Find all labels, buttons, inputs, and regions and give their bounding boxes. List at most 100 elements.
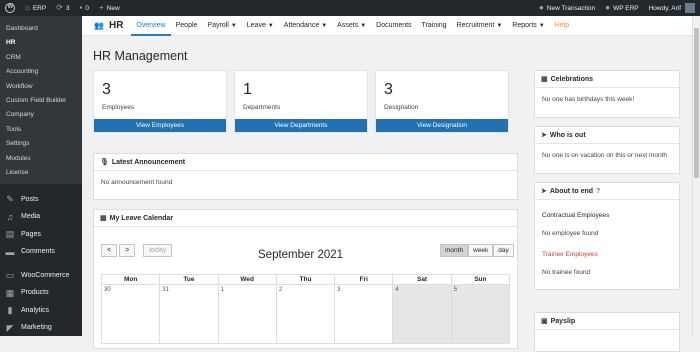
calendar-day-view-button[interactable]: day [493, 244, 514, 257]
new-transaction-label: New Transaction [546, 4, 596, 12]
sidebar-item-modules[interactable]: Modules [0, 152, 82, 166]
calendar-day-cell[interactable]: 31 [160, 285, 219, 343]
tab-documents[interactable]: Documents [371, 16, 416, 36]
tab-payroll[interactable]: Payroll ▼ [202, 16, 241, 36]
tab-assets[interactable]: Assets ▼ [332, 16, 371, 36]
calendar-day-cell[interactable]: 5 [451, 285, 509, 343]
scrollbar-thumb[interactable] [694, 28, 699, 178]
new-transaction-link[interactable]: ● New Transaction [534, 0, 600, 16]
calendar-next-button[interactable]: > [119, 244, 136, 257]
calendar-week-row: 30 31 1 2 3 4 5 [101, 284, 510, 344]
who-is-out-panel: ➤ Who is out No one is on vacation on thi… [534, 126, 680, 174]
calendar-day-cell[interactable]: 2 [277, 285, 336, 343]
site-name-link[interactable]: ⌂ ERP [20, 0, 51, 16]
departments-stat-card: 1 Departments View Departments [234, 70, 368, 133]
sidebar-item-marketing[interactable]: ◤ Marketing [0, 319, 82, 337]
calendar-day-cell[interactable]: 3 [335, 285, 394, 343]
sidebar-item-custom-field-builder[interactable]: Custom Field Builder [0, 94, 82, 108]
marketing-icon: ◤ [6, 322, 14, 333]
sidebar-item-pages[interactable]: ▤ Pages [0, 225, 82, 243]
brand-label: HR [108, 20, 124, 31]
view-employees-button[interactable]: View Employees [94, 119, 226, 132]
day-header: Thu [277, 275, 336, 284]
microphone-icon: 🎙 [100, 159, 109, 166]
wp-erp-label: WP ERP [613, 4, 639, 12]
admin-sidebar: Dashboard HR CRM Accounting Workflow Cus… [0, 16, 82, 336]
help-icon[interactable]: ? [596, 188, 600, 195]
tab-training[interactable]: Training [417, 16, 452, 36]
sidebar-item-settings[interactable]: Settings [0, 137, 82, 151]
calendar-week-view-button[interactable]: week [468, 244, 494, 257]
calendar-month-title: September 2021 [258, 249, 344, 261]
new-content-link[interactable]: + New [94, 0, 125, 16]
contractual-body: No employee found [542, 230, 599, 237]
payslip-panel: ▣ Payslip [534, 312, 680, 352]
sidebar-item-media[interactable]: ♫ Media [0, 208, 82, 226]
chevron-down-icon: ▼ [538, 22, 545, 29]
sidebar-item-company[interactable]: Company [0, 108, 82, 122]
tab-reports[interactable]: Reports ▼ [507, 16, 549, 36]
leave-calendar-header: ▦ My Leave Calendar [94, 210, 517, 227]
wp-erp-link[interactable]: ● WP ERP [600, 0, 643, 16]
calendar-day-cell[interactable]: 30 [102, 285, 161, 343]
view-departments-button[interactable]: View Departments [235, 119, 367, 132]
employees-count: 3 [102, 81, 111, 98]
woocommerce-icon: ▭ [5, 270, 15, 281]
sidebar-item-crm[interactable]: CRM [0, 51, 82, 65]
celebrations-header: ▦ Celebrations [535, 71, 679, 88]
sidebar-item-hr[interactable]: HR [0, 36, 82, 50]
wp-logo-menu[interactable] [0, 0, 20, 16]
view-designation-button[interactable]: View Designation [376, 119, 508, 132]
comment-icon: ▪ [79, 3, 83, 12]
sidebar-item-workflow[interactable]: Workflow [0, 80, 82, 94]
sidebar-item-analytics[interactable]: ▮ Analytics [0, 301, 82, 319]
sidebar-item-label: Posts [21, 195, 39, 203]
tab-label: Leave [246, 21, 266, 29]
designation-stat-card: 3 Designation View Designation [375, 70, 509, 133]
calendar-day-cell[interactable]: 4 [393, 285, 452, 343]
designation-label: Designation [384, 104, 419, 111]
sidebar-item-label: Marketing [21, 324, 52, 332]
calendar-view-switcher: month week day [440, 244, 514, 257]
sidebar-item-posts[interactable]: ✎ Posts [0, 190, 82, 208]
tab-people[interactable]: People [171, 16, 203, 36]
products-icon: ▦ [5, 287, 15, 298]
tab-overview[interactable]: Overview [131, 16, 171, 36]
send-icon: ➤ [541, 132, 547, 139]
sidebar-item-products[interactable]: ▦ Products [0, 284, 82, 302]
employees-label: Employees [102, 104, 135, 111]
tab-attendance[interactable]: Attendance ▼ [279, 16, 332, 36]
sidebar-item-woocommerce[interactable]: ▭ WooCommerce [0, 266, 82, 284]
payslip-header: ▣ Payslip [535, 313, 679, 330]
sidebar-item-license[interactable]: License [0, 166, 82, 180]
page-scrollbar[interactable] [692, 16, 700, 336]
day-header: Sun [474, 276, 487, 283]
employees-stat-card: 3 Employees View Employees [93, 70, 227, 133]
my-account-link[interactable]: Howdy, Arif [644, 0, 700, 16]
sidebar-item-tools[interactable]: Tools [0, 123, 82, 137]
chevron-down-icon: ▼ [321, 22, 328, 29]
about-to-end-header: ➤ About to end? [535, 183, 679, 200]
trainee-label: Trainee Employees [542, 251, 598, 258]
leave-calendar-title: My Leave Calendar [109, 215, 174, 222]
sidebar-item-comments[interactable]: ▬ Comments [0, 243, 82, 261]
celebrations-body: No one has birthdays this week! [542, 96, 635, 103]
tab-recruitment[interactable]: Recruitment ▼ [452, 16, 508, 36]
designation-count: 3 [384, 81, 393, 98]
trainee-body: No trainee found [542, 269, 591, 276]
sidebar-item-dashboard[interactable]: Dashboard [0, 22, 82, 36]
chevron-down-icon: ▼ [496, 22, 503, 29]
calendar-day-cell[interactable]: 1 [219, 285, 277, 343]
sidebar-item-accounting[interactable]: Accounting [0, 65, 82, 79]
hr-top-nav: 👥 HR Overview People Payroll ▼ Leave ▼ Atte… [82, 16, 692, 36]
calendar-month-view-button[interactable]: month [440, 244, 469, 257]
tab-label: Reports [512, 21, 537, 29]
pages-icon: ▤ [5, 229, 15, 240]
calendar-today-button[interactable]: today [143, 244, 173, 257]
calendar-prev-button[interactable]: < [101, 244, 118, 257]
tab-help[interactable]: Help [550, 16, 574, 36]
comments-link[interactable]: ▪ 0 [75, 0, 94, 16]
sidebar-item-label: Comments [21, 248, 55, 256]
tab-leave[interactable]: Leave ▼ [242, 16, 279, 36]
updates-link[interactable]: ⟳ 3 [51, 0, 74, 16]
